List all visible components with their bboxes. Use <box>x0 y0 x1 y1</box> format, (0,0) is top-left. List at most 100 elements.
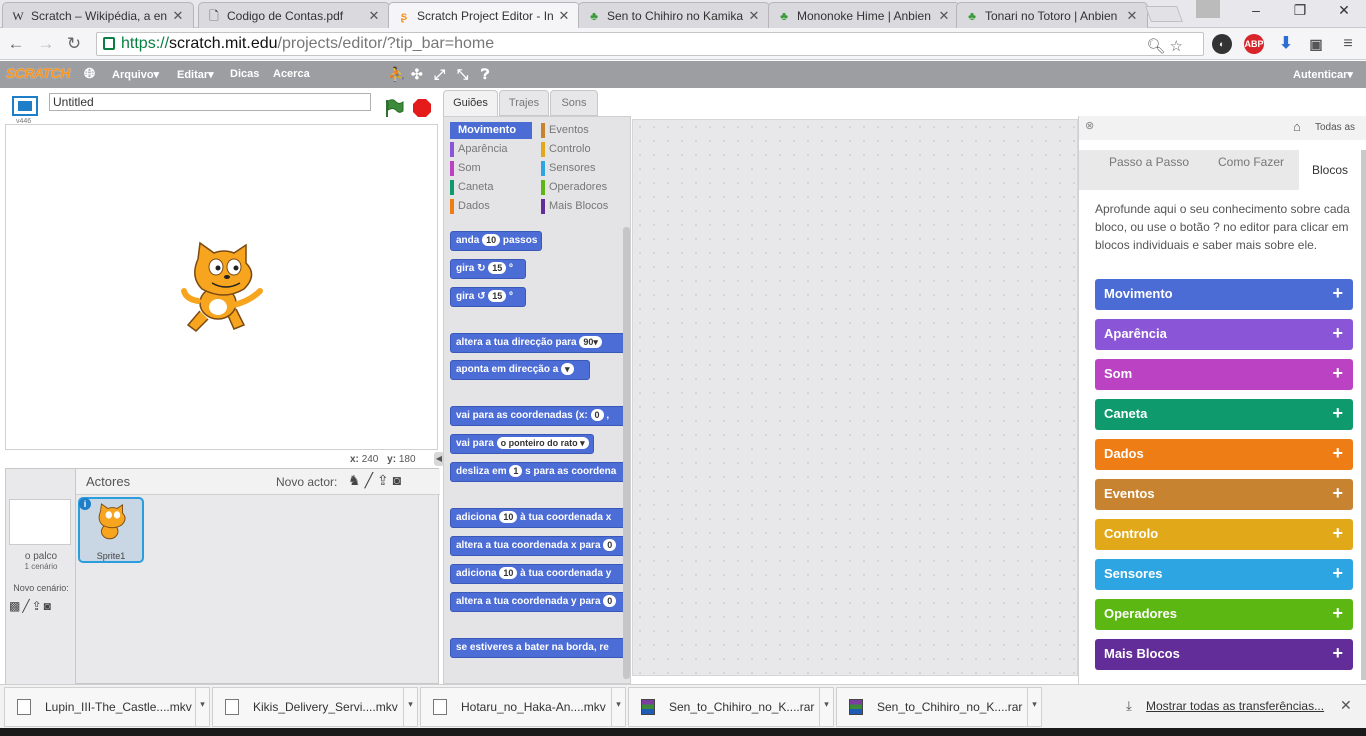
motion-block[interactable]: gira ↺ 15 º <box>450 287 526 307</box>
close-tab-icon[interactable]: ✕ <box>367 8 381 24</box>
palette-scrollbar[interactable] <box>623 227 630 679</box>
sprite-thumbnail[interactable]: i Sprite1 <box>78 497 144 563</box>
paint-library-icon[interactable]: ▩ <box>9 599 22 613</box>
project-title-input[interactable]: Untitled <box>49 93 371 111</box>
motion-block[interactable]: altera a tua direcção para 90▾ <box>450 333 626 353</box>
close-tab-icon[interactable]: ✕ <box>747 8 761 24</box>
browser-tab[interactable]: ♣ Sen to Chihiro no Kamika ✕ <box>578 2 770 28</box>
tab-costumes[interactable]: Trajes <box>499 90 549 116</box>
download-item[interactable]: Kikis_Delivery_Servi....mkv ▾ <box>212 687 418 727</box>
motion-block[interactable]: adiciona 10 à tua coordenada y <box>450 564 626 584</box>
help-category-movimento[interactable]: Movimento + <box>1095 279 1353 310</box>
stage-thumbnail[interactable] <box>9 499 71 545</box>
profile-icon[interactable] <box>1196 0 1220 18</box>
download-menu-icon[interactable]: ▾ <box>195 687 209 727</box>
help-category-caneta[interactable]: Caneta + <box>1095 399 1353 430</box>
expand-icon[interactable]: + <box>1332 319 1343 348</box>
restore-button[interactable]: ❐ <box>1278 0 1322 22</box>
duplicate-icon[interactable]: ⛹ <box>388 66 405 83</box>
download-menu-icon[interactable]: ▾ <box>819 687 833 727</box>
motion-block[interactable]: vai para o ponteiro do rato ▾ <box>450 434 594 454</box>
category-dados[interactable]: Dados <box>450 198 536 215</box>
block-input[interactable]: 10 <box>499 511 518 523</box>
help-scrollbar[interactable] <box>1361 150 1366 680</box>
help-category-dados[interactable]: Dados + <box>1095 439 1353 470</box>
block-input[interactable]: 10 <box>499 567 518 579</box>
block-input[interactable]: 90▾ <box>579 336 602 348</box>
block-input[interactable]: 1 <box>509 465 523 477</box>
motion-block[interactable]: vai para as coordenadas (x: 0 , <box>450 406 626 426</box>
browser-tab[interactable]: 🗋 Codigo de Contas.pdf ✕ <box>198 2 390 28</box>
browser-tab[interactable]: ♣ Mononoke Hime | Anbien ✕ <box>768 2 960 28</box>
download-item[interactable]: Sen_to_Chihiro_no_K....rar ▾ <box>836 687 1042 727</box>
expand-icon[interactable]: + <box>1332 559 1343 588</box>
sprite-library-icon[interactable]: ♞ <box>348 472 365 488</box>
category-som[interactable]: Som <box>450 160 536 177</box>
forward-icon[interactable]: → <box>36 34 56 54</box>
camera-icon[interactable]: ◙ <box>44 599 53 613</box>
globe-icon[interactable]: 🌐︎ <box>84 65 95 82</box>
category-operadores[interactable]: Operadores <box>541 179 627 196</box>
help-category-eventos[interactable]: Eventos + <box>1095 479 1353 510</box>
motion-block[interactable]: aponta em direcção a ▾ <box>450 360 590 380</box>
back-icon[interactable]: ← <box>6 34 26 54</box>
cut-icon[interactable]: ✣ <box>411 66 423 83</box>
motion-block[interactable]: altera a tua coordenada x para 0 <box>450 536 626 556</box>
expand-icon[interactable]: + <box>1332 439 1343 468</box>
motion-block[interactable]: gira ↻ 15 º <box>450 259 526 279</box>
block-input[interactable]: 10 <box>482 234 501 246</box>
menu-tips[interactable]: Dicas <box>230 68 259 80</box>
category-aparência[interactable]: Aparência <box>450 141 536 158</box>
shrink-icon[interactable]: ⤡ <box>457 66 468 83</box>
expand-icon[interactable]: + <box>1332 639 1343 668</box>
menu-about[interactable]: Acerca <box>273 68 310 80</box>
help-category-mais-blocos[interactable]: Mais Blocos + <box>1095 639 1353 670</box>
all-tips-link[interactable]: Todas as <box>1315 122 1355 133</box>
presentation-mode-icon[interactable] <box>12 96 38 116</box>
download-item[interactable]: Lupin_III-The_Castle....mkv ▾ <box>4 687 210 727</box>
scratch-cat-sprite[interactable] <box>178 241 268 337</box>
home-icon[interactable]: ⌂ <box>1293 119 1301 134</box>
close-tab-icon[interactable]: ✕ <box>1125 8 1139 24</box>
signin-link[interactable]: Autenticar▾ <box>1293 68 1353 81</box>
menu-file[interactable]: Arquivo▾ <box>112 68 159 81</box>
close-downloads-icon[interactable]: ✕ <box>1340 697 1352 714</box>
download-item[interactable]: Sen_to_Chihiro_no_K....rar ▾ <box>628 687 834 727</box>
browser-tab[interactable]: W Scratch – Wikipédia, a en ✕ <box>2 2 194 28</box>
cast-icon[interactable]: ▣ <box>1306 34 1326 54</box>
menu-edit[interactable]: Editar▾ <box>177 68 214 81</box>
help-icon[interactable]: ❓︎ <box>481 66 489 83</box>
paint-brush-icon[interactable]: ╱ <box>22 599 31 613</box>
motion-block[interactable]: altera a tua coordenada y para 0 <box>450 592 626 612</box>
tab-how-to[interactable]: Como Fazer <box>1203 150 1299 190</box>
upload-icon[interactable]: ⇪ <box>32 599 44 613</box>
stage-canvas[interactable] <box>5 124 438 450</box>
paint-brush-icon[interactable]: ╱ <box>365 472 377 488</box>
adblock-icon[interactable]: ABP <box>1244 34 1264 54</box>
help-category-sensores[interactable]: Sensores + <box>1095 559 1353 590</box>
category-caneta[interactable]: Caneta <box>450 179 536 196</box>
expand-icon[interactable]: + <box>1332 359 1343 388</box>
block-input[interactable]: 0 <box>590 409 604 421</box>
browser-tab-active[interactable]: ʂ Scratch Project Editor - In ✕ <box>388 2 580 28</box>
minimize-button[interactable]: – <box>1234 0 1278 22</box>
block-input[interactable]: 0 <box>603 595 617 607</box>
help-category-som[interactable]: Som + <box>1095 359 1353 390</box>
help-category-aparência[interactable]: Aparência + <box>1095 319 1353 350</box>
block-input[interactable]: 15 <box>488 290 507 302</box>
tab-scripts[interactable]: Guiões <box>443 90 498 116</box>
browser-tab[interactable]: ♣ Tonari no Totoro | Anbien ✕ <box>956 2 1148 28</box>
new-tab-button[interactable] <box>1145 6 1183 22</box>
upload-icon[interactable]: ⇪ <box>377 472 393 488</box>
reload-icon[interactable]: ↻ <box>64 34 84 54</box>
motion-block[interactable]: anda 10 passos <box>450 231 542 251</box>
extension-icon[interactable]: ◐ <box>1212 34 1232 54</box>
category-movimento[interactable]: Movimento <box>450 122 532 139</box>
motion-block[interactable]: desliza em 1 s para as coordena <box>450 462 626 482</box>
close-tab-icon[interactable]: ✕ <box>557 8 571 24</box>
block-input[interactable]: 15 <box>488 262 507 274</box>
scratch-logo[interactable]: SCRATCH <box>6 65 70 81</box>
motion-block[interactable]: se estiveres a bater na borda, re <box>450 638 626 658</box>
close-window-button[interactable]: ✕ <box>1322 0 1366 22</box>
tab-blocks[interactable]: Blocos <box>1299 150 1361 190</box>
